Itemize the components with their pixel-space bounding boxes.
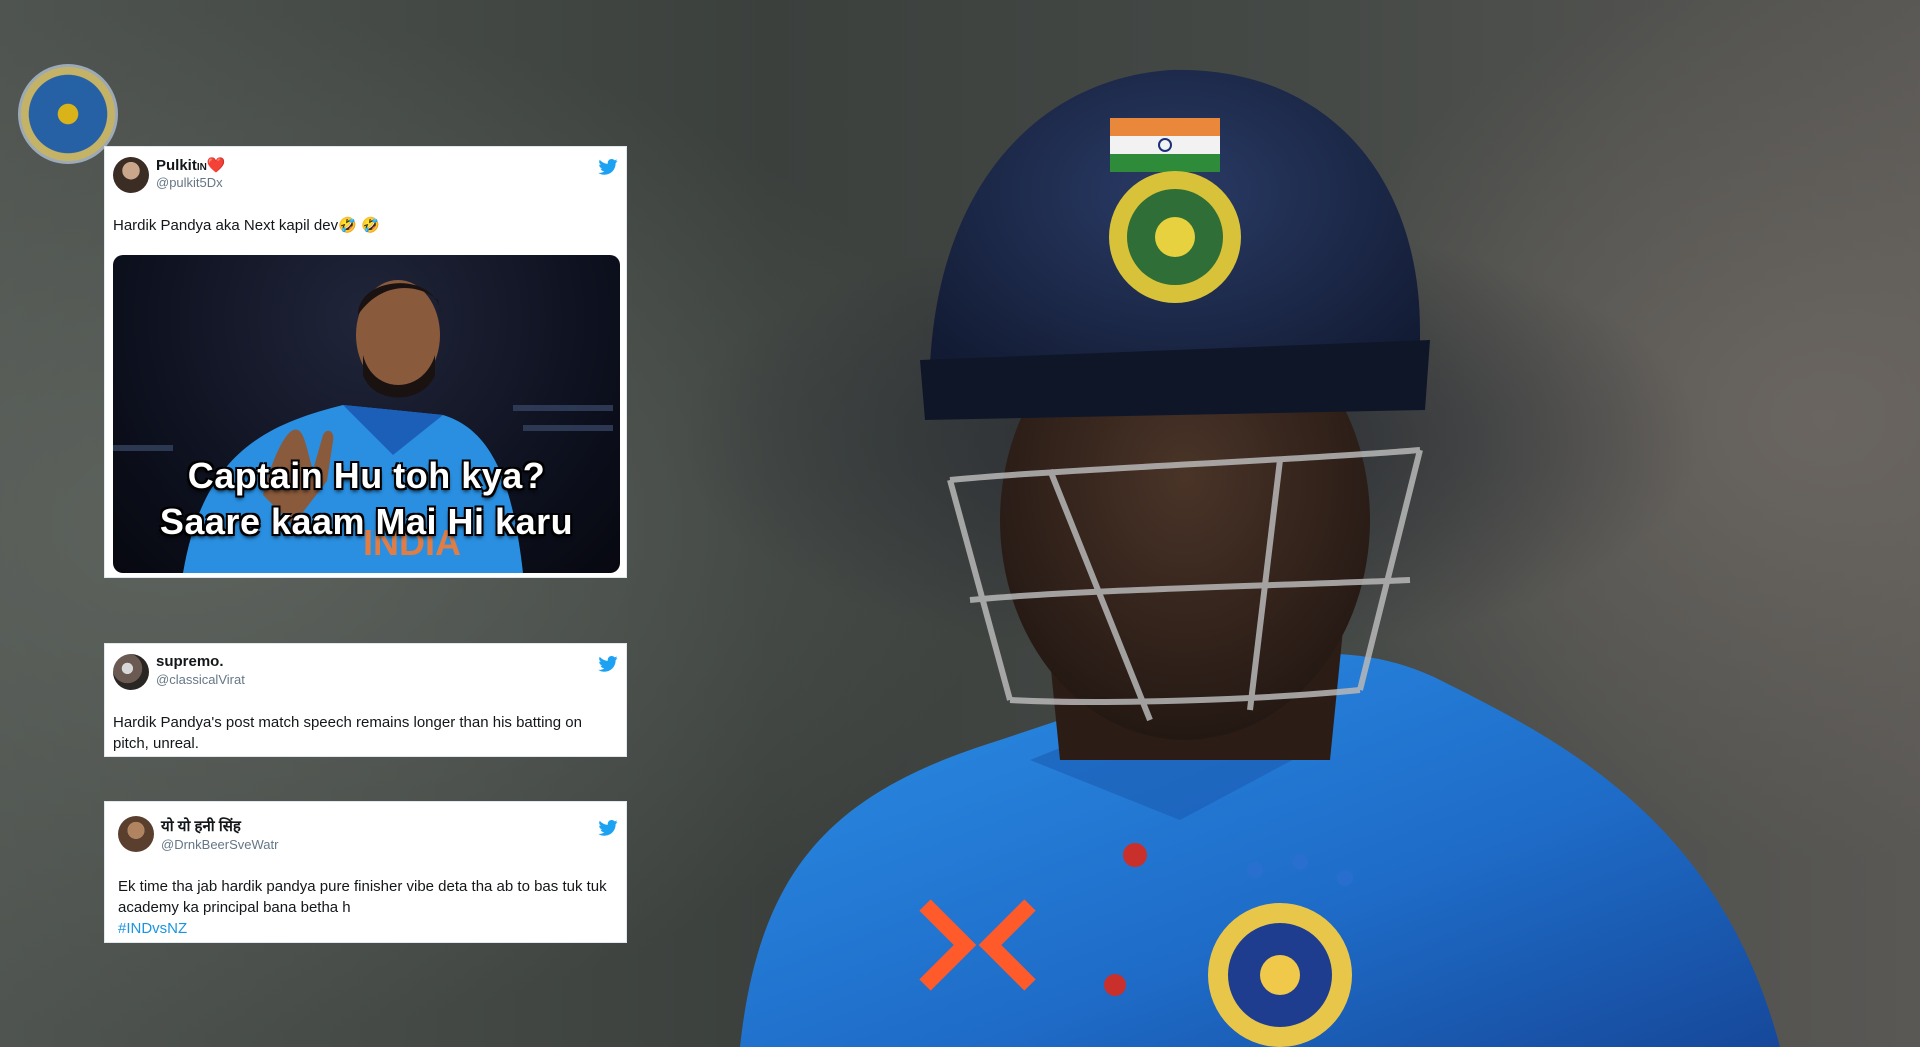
tweet-header: यो यो हनी सिंह @DrnkBeerSveWatr [105,802,626,852]
meme-caption-line1: Captain Hu toh kya? [187,455,546,496]
meme-image[interactable]: INDIA Captain Hu toh kya? Saare kaam Mai… [113,255,620,573]
meme-caption-line2: Saare kaam Mai Hi karu [159,501,574,542]
avatar[interactable] [113,157,149,193]
user-name[interactable]: यो यो हनी सिंह [161,816,241,836]
twitter-bird-icon[interactable] [598,820,618,836]
tweet-hashtag-link[interactable]: #INDvsNZ [105,918,626,939]
tweet-card-3[interactable]: यो यो हनी सिंह @DrnkBeerSveWatr Ek time … [104,801,627,943]
tweet-card-1[interactable]: PulkitIN❤️ @pulkit5Dx Hardik Pandya aka … [104,146,627,578]
user-name-suffix: IN [196,162,207,173]
user-handle[interactable]: @pulkit5Dx [156,175,223,190]
tweet-text: Hardik Pandya's post match speech remain… [113,714,582,752]
tweet-text: Ek time tha jab hardik pandya pure finis… [118,878,607,916]
user-handle[interactable]: @DrnkBeerSveWatr [161,837,278,852]
user-name-text: Pulkit [156,157,197,174]
tweet-header: supremo. @classicalVirat [105,644,626,694]
heart-emoji: ❤️ [206,157,226,174]
twitter-bird-icon[interactable] [598,159,618,175]
avatar[interactable] [118,816,154,852]
tweet-header: PulkitIN❤️ @pulkit5Dx [105,147,626,197]
avatar[interactable] [113,654,149,690]
twitter-bird-icon[interactable] [598,656,618,672]
tweet-text: Hardik Pandya aka Next kapil dev🤣 🤣 [113,217,380,234]
user-name[interactable]: PulkitIN❤️ [156,156,226,174]
user-name[interactable]: supremo. [156,653,224,670]
tweet-card-2[interactable]: supremo. @classicalVirat Hardik Pandya's… [104,643,627,757]
user-handle[interactable]: @classicalVirat [156,672,245,687]
